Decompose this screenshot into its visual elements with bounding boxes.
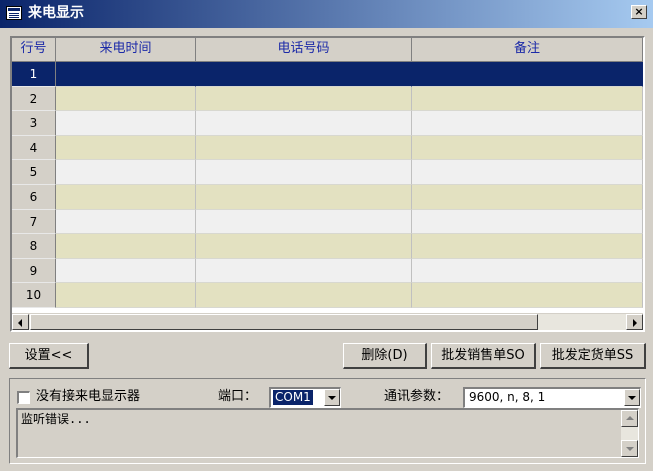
caller-id-window: 来电显示 × 行号 来电时间 电话号码 备注 1 2 3 4 5 6 7 8 9 10 设置<< … xyxy=(0,0,653,471)
call-log-grid: 行号 来电时间 电话号码 备注 1 2 3 4 5 6 7 8 9 10 xyxy=(10,36,645,332)
call-time-cell[interactable] xyxy=(56,135,196,161)
table-row[interactable]: 9 xyxy=(12,258,643,284)
grid-rows: 1 2 3 4 5 6 7 8 9 10 xyxy=(12,62,643,308)
call-time-cell[interactable] xyxy=(56,209,196,235)
settings-panel: 没有接来电显示器 端口： COM1 通讯参数： 9600, n, 8, 1 监听… xyxy=(9,378,646,464)
phone-number-cell[interactable] xyxy=(196,160,412,185)
note-cell[interactable] xyxy=(412,86,643,112)
call-time-cell[interactable] xyxy=(56,62,196,87)
table-row[interactable]: 10 xyxy=(12,283,643,308)
column-header-call-time[interactable]: 来电时间 xyxy=(56,38,196,62)
call-time-cell[interactable] xyxy=(56,86,196,112)
arrow-down-icon xyxy=(626,447,634,451)
chevron-down-icon xyxy=(628,396,636,400)
comm-params-value: 9600, n, 8, 1 xyxy=(469,390,546,404)
arrow-up-icon xyxy=(626,416,634,420)
phone-number-cell[interactable] xyxy=(196,86,412,112)
comm-params-dropdown-button[interactable] xyxy=(624,389,640,406)
grid-header: 行号 来电时间 电话号码 备注 xyxy=(12,38,643,62)
call-time-cell[interactable] xyxy=(56,283,196,308)
note-cell[interactable] xyxy=(412,62,643,87)
call-time-cell[interactable] xyxy=(56,111,196,136)
port-select[interactable]: COM1 xyxy=(269,387,341,408)
no-display-checkbox[interactable] xyxy=(17,391,30,404)
row-number-cell[interactable]: 10 xyxy=(12,283,56,308)
window-title: 来电显示 xyxy=(28,5,84,21)
wholesale-sales-order-button[interactable]: 批发销售单SO xyxy=(431,343,536,369)
row-number-cell[interactable]: 9 xyxy=(12,258,56,284)
row-number-cell[interactable]: 6 xyxy=(12,184,56,210)
column-header-row-number[interactable]: 行号 xyxy=(12,38,56,62)
table-row[interactable]: 2 xyxy=(12,86,643,112)
note-cell[interactable] xyxy=(412,234,643,259)
table-row[interactable]: 5 xyxy=(12,160,643,185)
horizontal-scrollbar[interactable] xyxy=(12,313,643,330)
comm-params-select[interactable]: 9600, n, 8, 1 xyxy=(463,387,641,408)
table-row[interactable]: 1 xyxy=(12,62,643,87)
title-bar[interactable]: 来电显示 × xyxy=(0,0,653,28)
phone-number-cell[interactable] xyxy=(196,184,412,210)
vertical-scrollbar[interactable] xyxy=(621,410,638,457)
port-dropdown-button[interactable] xyxy=(324,389,340,406)
status-log[interactable]: 监听错误... xyxy=(16,408,639,458)
arrow-right-icon xyxy=(633,319,637,327)
no-display-label: 没有接来电显示器 xyxy=(36,389,141,404)
call-time-cell[interactable] xyxy=(56,234,196,259)
delete-button[interactable]: 删除(D) xyxy=(343,343,427,369)
status-log-text: 监听错误... xyxy=(21,412,91,426)
table-row[interactable]: 7 xyxy=(12,209,643,235)
table-row[interactable]: 3 xyxy=(12,111,643,136)
phone-number-cell[interactable] xyxy=(196,62,412,87)
settings-toggle-button[interactable]: 设置<< xyxy=(9,343,89,369)
scroll-right-button[interactable] xyxy=(626,314,643,330)
note-cell[interactable] xyxy=(412,135,643,161)
note-cell[interactable] xyxy=(412,160,643,185)
window-icon xyxy=(6,6,22,20)
phone-number-cell[interactable] xyxy=(196,135,412,161)
row-number-cell[interactable]: 1 xyxy=(12,62,56,87)
call-time-cell[interactable] xyxy=(56,184,196,210)
note-cell[interactable] xyxy=(412,258,643,284)
chevron-down-icon xyxy=(328,396,336,400)
phone-number-cell[interactable] xyxy=(196,258,412,284)
column-header-phone-number[interactable]: 电话号码 xyxy=(196,38,412,62)
row-number-cell[interactable]: 2 xyxy=(12,86,56,112)
close-button[interactable]: × xyxy=(631,5,647,19)
phone-number-cell[interactable] xyxy=(196,111,412,136)
row-number-cell[interactable]: 8 xyxy=(12,234,56,259)
scroll-up-button[interactable] xyxy=(621,410,638,427)
phone-number-cell[interactable] xyxy=(196,283,412,308)
scroll-thumb[interactable] xyxy=(30,314,538,330)
row-number-cell[interactable]: 3 xyxy=(12,111,56,136)
call-time-cell[interactable] xyxy=(56,258,196,284)
row-number-cell[interactable]: 5 xyxy=(12,160,56,185)
call-time-cell[interactable] xyxy=(56,160,196,185)
phone-number-cell[interactable] xyxy=(196,234,412,259)
note-cell[interactable] xyxy=(412,111,643,136)
scroll-down-button[interactable] xyxy=(621,440,638,457)
column-header-note[interactable]: 备注 xyxy=(412,38,643,62)
phone-number-cell[interactable] xyxy=(196,209,412,235)
wholesale-purchase-order-button[interactable]: 批发定货单SS xyxy=(540,343,646,369)
table-row[interactable]: 4 xyxy=(12,135,643,161)
note-cell[interactable] xyxy=(412,184,643,210)
note-cell[interactable] xyxy=(412,283,643,308)
port-value: COM1 xyxy=(273,390,313,405)
scroll-left-button[interactable] xyxy=(12,314,29,330)
row-number-cell[interactable]: 7 xyxy=(12,209,56,235)
row-number-cell[interactable]: 4 xyxy=(12,135,56,161)
comm-params-label: 通讯参数： xyxy=(384,389,450,404)
note-cell[interactable] xyxy=(412,209,643,235)
table-row[interactable]: 8 xyxy=(12,234,643,259)
arrow-left-icon xyxy=(18,319,22,327)
table-row[interactable]: 6 xyxy=(12,184,643,210)
port-label: 端口： xyxy=(218,389,258,404)
